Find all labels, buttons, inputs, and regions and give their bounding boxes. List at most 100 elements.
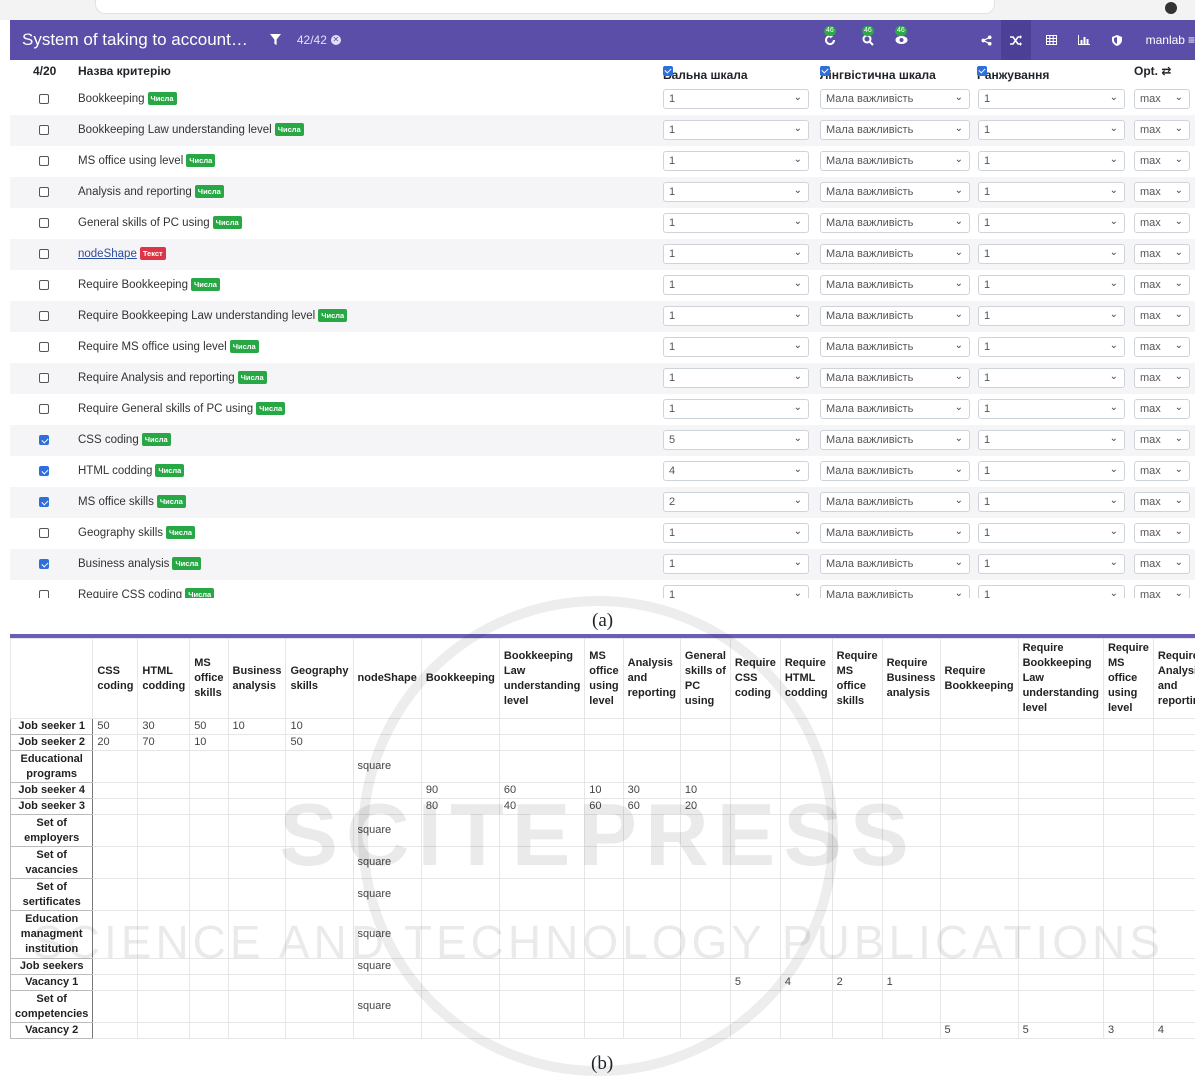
user-menu[interactable]: manlab ≡: [1146, 20, 1195, 60]
matrix-cell[interactable]: [679, 974, 731, 991]
matrix-cell[interactable]: 4: [1152, 1022, 1195, 1039]
matrix-cell[interactable]: [1102, 878, 1154, 911]
matrix-cell[interactable]: [498, 958, 586, 975]
ranking-checkbox[interactable]: [977, 66, 987, 76]
matrix-cell[interactable]: 4: [779, 974, 833, 991]
matrix-cell[interactable]: [498, 814, 586, 847]
matrix-cell[interactable]: [352, 974, 422, 991]
matrix-cell[interactable]: [285, 878, 354, 911]
rank-select[interactable]: 1 ⌄: [978, 523, 1125, 543]
matrix-cell[interactable]: [584, 910, 624, 959]
matrix-cell[interactable]: [1152, 958, 1195, 975]
matrix-cell[interactable]: 20: [92, 734, 139, 751]
matrix-cell[interactable]: [584, 750, 624, 783]
opt-select[interactable]: max ⌄: [1134, 430, 1190, 450]
matrix-cell[interactable]: 20: [679, 798, 731, 815]
rank-select[interactable]: 1 ⌄: [978, 213, 1125, 233]
linguistic-select[interactable]: Мала важливість ⌄: [820, 430, 970, 450]
matrix-cell[interactable]: 3: [1102, 1022, 1154, 1039]
linguistic-select[interactable]: Мала важливість ⌄: [820, 523, 970, 543]
matrix-cell[interactable]: [92, 958, 139, 975]
opt-select[interactable]: max ⌄: [1134, 182, 1190, 202]
rank-select[interactable]: 1 ⌄: [978, 182, 1125, 202]
matrix-cell[interactable]: [1102, 814, 1154, 847]
matrix-cell[interactable]: [1017, 846, 1104, 879]
matrix-cell[interactable]: [1017, 958, 1104, 975]
matrix-cell[interactable]: [939, 782, 1019, 799]
matrix-cell[interactable]: [1152, 910, 1195, 959]
rank-select[interactable]: 1 ⌄: [978, 399, 1125, 419]
matrix-cell[interactable]: [1152, 990, 1195, 1023]
matrix-cell[interactable]: [831, 878, 883, 911]
matrix-cell[interactable]: [92, 1022, 139, 1039]
matrix-cell[interactable]: [1017, 814, 1104, 847]
matrix-cell[interactable]: [729, 990, 781, 1023]
matrix-cell[interactable]: [779, 910, 833, 959]
matrix-cell[interactable]: [498, 1022, 586, 1039]
matrix-cell[interactable]: [498, 718, 586, 735]
matrix-cell[interactable]: [939, 990, 1019, 1023]
criterion-checkbox[interactable]: [39, 280, 49, 290]
matrix-cell[interactable]: [1152, 814, 1195, 847]
matrix-cell[interactable]: [1017, 718, 1104, 735]
score-select[interactable]: 1 ⌄: [663, 306, 809, 326]
criterion-checkbox[interactable]: [39, 125, 49, 135]
opt-select[interactable]: max ⌄: [1134, 399, 1190, 419]
matrix-cell[interactable]: [831, 958, 883, 975]
matrix-cell[interactable]: 40: [498, 798, 586, 815]
linguistic-select[interactable]: Мала важливість ⌄: [820, 461, 970, 481]
matrix-cell[interactable]: [584, 734, 624, 751]
matrix-cell[interactable]: [227, 846, 287, 879]
matrix-cell[interactable]: [227, 782, 287, 799]
matrix-cell[interactable]: [420, 958, 500, 975]
matrix-cell[interactable]: [729, 734, 781, 751]
matrix-cell[interactable]: [622, 814, 681, 847]
matrix-cell[interactable]: [1152, 846, 1195, 879]
matrix-cell[interactable]: [498, 734, 586, 751]
matrix-cell[interactable]: [1102, 734, 1154, 751]
matrix-cell[interactable]: [227, 958, 287, 975]
score-select[interactable]: 1 ⌄: [663, 399, 809, 419]
matrix-cell[interactable]: [1102, 846, 1154, 879]
matrix-cell[interactable]: [92, 846, 139, 879]
linguistic-scale-checkbox[interactable]: [820, 66, 830, 76]
app-title[interactable]: System of taking to account…: [22, 30, 248, 50]
matrix-cell[interactable]: [137, 958, 191, 975]
matrix-cell[interactable]: [1017, 750, 1104, 783]
matrix-cell[interactable]: [622, 846, 681, 879]
matrix-cell[interactable]: [1152, 734, 1195, 751]
rank-select[interactable]: 1 ⌄: [978, 151, 1125, 171]
matrix-cell[interactable]: [584, 1022, 624, 1039]
matrix-cell[interactable]: [881, 990, 941, 1023]
linguistic-select[interactable]: Мала важливість ⌄: [820, 585, 970, 598]
matrix-cell[interactable]: [189, 974, 229, 991]
matrix-cell[interactable]: [420, 814, 500, 847]
score-select[interactable]: 1 ⌄: [663, 244, 809, 264]
linguistic-select[interactable]: Мала важливість ⌄: [820, 554, 970, 574]
matrix-cell[interactable]: 10: [285, 718, 354, 735]
matrix-cell[interactable]: [939, 814, 1019, 847]
matrix-cell[interactable]: [1017, 974, 1104, 991]
matrix-cell[interactable]: 60: [584, 798, 624, 815]
matrix-cell[interactable]: [779, 798, 833, 815]
matrix-cell[interactable]: [831, 846, 883, 879]
matrix-cell[interactable]: 50: [189, 718, 229, 735]
matrix-cell[interactable]: 80: [420, 798, 500, 815]
matrix-cell[interactable]: 10: [189, 734, 229, 751]
view-button[interactable]: 46: [886, 20, 916, 60]
matrix-cell[interactable]: [729, 1022, 781, 1039]
matrix-cell[interactable]: 90: [420, 782, 500, 799]
matrix-cell[interactable]: [285, 798, 354, 815]
score-select[interactable]: 4 ⌄: [663, 461, 809, 481]
linguistic-select[interactable]: Мала важливість ⌄: [820, 151, 970, 171]
matrix-cell[interactable]: [622, 1022, 681, 1039]
matrix-cell[interactable]: [881, 878, 941, 911]
matrix-cell[interactable]: [498, 750, 586, 783]
matrix-cell[interactable]: [137, 910, 191, 959]
criterion-checkbox[interactable]: [39, 559, 49, 569]
matrix-cell[interactable]: [584, 878, 624, 911]
criterion-checkbox[interactable]: [39, 590, 49, 598]
matrix-cell[interactable]: [285, 990, 354, 1023]
matrix-cell[interactable]: [939, 798, 1019, 815]
matrix-cell[interactable]: [622, 734, 681, 751]
